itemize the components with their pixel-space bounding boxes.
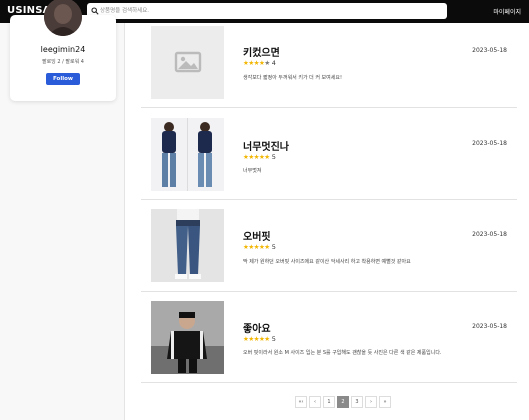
review-rating: ★★★★★ 4 bbox=[243, 59, 276, 67]
review-title: 좋아요 bbox=[243, 324, 271, 335]
rating-value: 5 bbox=[271, 243, 276, 251]
pagination: «‹ ‹ 1 2 3 › » bbox=[295, 396, 391, 408]
review-text: 생각보다 짧정아 두꺼워서 키가 더 커 보여세요! bbox=[243, 75, 342, 81]
sidebar-divider bbox=[124, 23, 125, 420]
rating-value: 5 bbox=[271, 153, 276, 161]
profile-card: leegimin24 팔로잉 2 / 팔로워 4 Follow bbox=[10, 0, 116, 101]
review-text: 오버 핏이라서 원소 M 사이즈 입는 분 S를 구입해도 괜찮을 듯 사진은 … bbox=[243, 350, 442, 356]
search-icon bbox=[91, 7, 99, 15]
review-date: 2023-05-18 bbox=[472, 140, 507, 147]
review-item[interactable]: 좋아요 2023-05-18 ★★★★★ 5 오버 핏이라서 원소 M 사이즈 … bbox=[141, 301, 511, 377]
review-title: 키컸으면 bbox=[243, 48, 280, 59]
rating-stars: ★★★★★ bbox=[243, 153, 270, 161]
review-title: 오버핏 bbox=[243, 232, 271, 243]
avatar-photo bbox=[44, 0, 82, 36]
row-divider bbox=[141, 199, 517, 200]
review-rating: ★★★★★ 5 bbox=[243, 335, 276, 343]
review-text: 딱 제가 원하던 오버핏 사이즈에요 같이산 악세사리 하고 착용하면 예뻘것 … bbox=[243, 259, 411, 265]
row-divider bbox=[141, 291, 517, 292]
rating-stars: ★★★★★ bbox=[243, 335, 270, 343]
row-divider bbox=[141, 382, 517, 383]
rating-stars: ★★★★★ bbox=[243, 243, 270, 251]
review-rating: ★★★★★ 5 bbox=[243, 153, 276, 161]
row-divider bbox=[141, 107, 517, 108]
review-date: 2023-05-18 bbox=[472, 47, 507, 54]
page-last-button[interactable]: » bbox=[379, 396, 391, 408]
review-date: 2023-05-18 bbox=[472, 231, 507, 238]
page-3-button[interactable]: 3 bbox=[351, 396, 363, 408]
review-photo-jacket bbox=[151, 301, 224, 374]
review-title: 너무멋진나 bbox=[243, 142, 289, 153]
review-rating: ★★★★★ 5 bbox=[243, 243, 276, 251]
profile-username: leegimin24 bbox=[40, 45, 86, 54]
avatar bbox=[44, 0, 82, 36]
rating-stars: ★★★★ bbox=[243, 59, 265, 67]
review-date: 2023-05-18 bbox=[472, 323, 507, 330]
review-item[interactable]: 너무멋진나 2023-05-18 ★★★★★ 5 너무멋져 bbox=[141, 118, 511, 194]
page-1-button[interactable]: 1 bbox=[323, 396, 335, 408]
jacket-photo bbox=[151, 301, 224, 374]
mypage-link[interactable]: 마이페이지 bbox=[493, 7, 521, 16]
follow-button[interactable]: Follow bbox=[46, 73, 80, 85]
page-2-button[interactable]: 2 bbox=[337, 396, 349, 408]
search-bar[interactable] bbox=[87, 3, 447, 19]
follow-stats: 팔로잉 2 / 팔로워 4 bbox=[41, 59, 84, 65]
jeans-photo bbox=[151, 209, 224, 282]
rating-value: 4 bbox=[271, 59, 276, 67]
review-photo-jeans bbox=[151, 209, 224, 282]
image-placeholder-icon bbox=[174, 51, 202, 73]
review-image-placeholder bbox=[151, 26, 224, 99]
rating-value: 5 bbox=[271, 335, 276, 343]
rating-star-empty: ★ bbox=[264, 59, 270, 67]
search-input[interactable] bbox=[100, 4, 440, 18]
outfit-photo bbox=[151, 118, 224, 191]
review-text: 너무멋져 bbox=[243, 168, 262, 174]
page-first-button[interactable]: «‹ bbox=[295, 396, 307, 408]
page-prev-button[interactable]: ‹ bbox=[309, 396, 321, 408]
review-photo-outfit bbox=[151, 118, 224, 191]
review-item[interactable]: 오버핏 2023-05-18 ★★★★★ 5 딱 제가 원하던 오버핏 사이즈에… bbox=[141, 209, 511, 285]
review-item[interactable]: 키컸으면 2023-05-18 ★★★★★ 4 생각보다 짧정아 두꺼워서 키가… bbox=[141, 26, 511, 102]
page-next-button[interactable]: › bbox=[365, 396, 377, 408]
